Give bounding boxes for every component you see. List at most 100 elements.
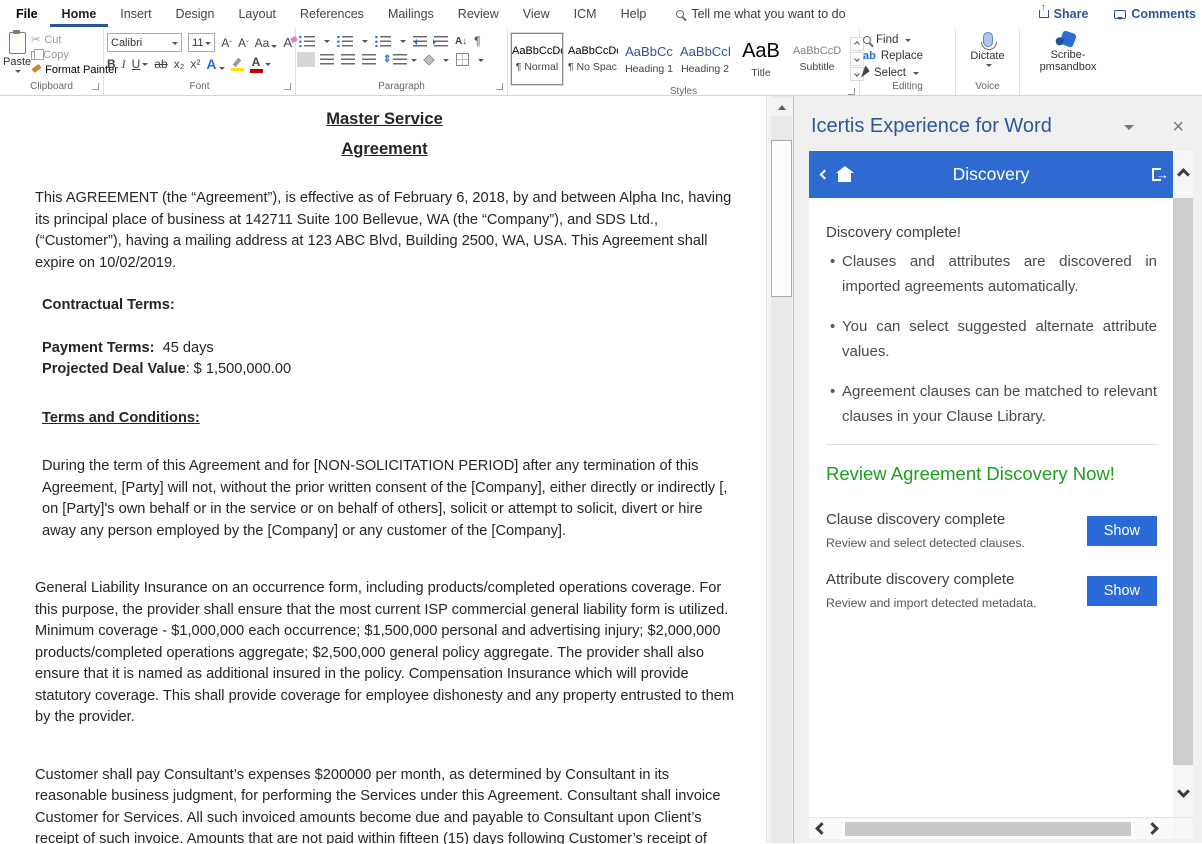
comments-button[interactable]: Comments: [1114, 7, 1196, 21]
sign-out-icon[interactable]: [1152, 168, 1161, 181]
panel-hscrollbar-thumb[interactable]: [845, 822, 1131, 836]
bullet-icon: •: [826, 249, 842, 299]
style-heading-2[interactable]: AaBbCcD Heading 2: [679, 33, 731, 85]
paragraph-dialog-launcher-icon[interactable]: [496, 83, 503, 90]
align-left-icon[interactable]: [299, 54, 313, 65]
tab-icm[interactable]: ICM: [562, 2, 609, 27]
tab-insert[interactable]: Insert: [108, 2, 163, 27]
font-color-button[interactable]: A: [250, 56, 263, 73]
underline-button[interactable]: U: [132, 58, 141, 70]
font-size-combo[interactable]: 11: [188, 33, 215, 52]
style-normal[interactable]: AaBbCcDd ¶ Normal: [511, 33, 563, 85]
numbered-list-icon[interactable]: [337, 36, 353, 47]
find-button[interactable]: Find: [863, 34, 923, 46]
tab-file[interactable]: File: [12, 2, 50, 27]
underline-caret-icon[interactable]: [142, 63, 148, 69]
styles-group: AaBbCcDd ¶ Normal AaBbCcDd ¶ No Spac... …: [508, 28, 860, 95]
document-page[interactable]: Master Service Agreement This AGREEMENT …: [0, 96, 766, 843]
subscript-button[interactable]: x₂: [174, 58, 185, 70]
bold-button[interactable]: B: [107, 58, 116, 70]
font-name-combo[interactable]: Calibri: [107, 33, 182, 52]
line-spacing-icon[interactable]: ⇕: [383, 54, 417, 65]
tell-me-search[interactable]: Tell me what you want to do: [676, 7, 845, 21]
clipboard-dialog-launcher-icon[interactable]: [92, 83, 99, 90]
style-heading-1[interactable]: AaBbCc Heading 1: [623, 33, 675, 85]
text-effects-caret-icon: [219, 67, 225, 73]
grow-font-button[interactable]: Aˆ: [221, 37, 232, 49]
multilevel-list-caret-icon[interactable]: [400, 40, 406, 46]
align-justify-icon[interactable]: [362, 54, 376, 65]
document-scroll-up-button[interactable]: [771, 98, 792, 116]
panel-scroll-left-button[interactable]: [815, 822, 828, 835]
strikethrough-button[interactable]: ab: [154, 58, 167, 70]
tab-mailings[interactable]: Mailings: [376, 2, 446, 27]
tab-help[interactable]: Help: [609, 2, 659, 27]
clear-formatting-button[interactable]: A: [283, 36, 292, 49]
font-name-value: Calibri: [111, 37, 142, 49]
show-attributes-button[interactable]: Show: [1087, 576, 1157, 606]
scribe-addin-icon: [1059, 30, 1077, 48]
show-paragraph-marks-icon[interactable]: ¶: [474, 34, 480, 48]
paste-caret-icon: [15, 70, 21, 76]
styles-dialog-launcher-icon[interactable]: [848, 88, 855, 95]
bullet-list-icon[interactable]: [299, 36, 315, 47]
tab-home[interactable]: Home: [50, 2, 109, 27]
select-cursor-icon: [861, 65, 871, 79]
taskpane-menu-caret-icon[interactable]: [1124, 125, 1134, 135]
down-icon: [854, 56, 860, 62]
highlight-color-button[interactable]: [231, 58, 244, 72]
taskpane-close-button[interactable]: ×: [1172, 117, 1184, 137]
shading-caret-icon[interactable]: [443, 59, 449, 65]
document-scrollbar-thumb[interactable]: [771, 140, 792, 297]
voice-group: Dictate Voice: [956, 28, 1020, 95]
panel-scroll-right-button[interactable]: [1146, 822, 1159, 835]
decrease-indent-icon[interactable]: [413, 36, 427, 47]
font-name-caret-icon: [172, 42, 178, 48]
multilevel-list-icon[interactable]: [375, 36, 391, 47]
italic-button[interactable]: I: [122, 58, 126, 70]
change-case-button[interactable]: Aa: [255, 37, 278, 49]
borders-caret-icon[interactable]: [478, 59, 484, 65]
tab-design[interactable]: Design: [164, 2, 227, 27]
sort-icon[interactable]: A↓: [455, 36, 467, 47]
style-subtitle[interactable]: AaBbCcD Subtitle: [791, 33, 843, 85]
panel-scroll-down-button[interactable]: [1173, 765, 1193, 817]
text-effects-button[interactable]: A: [206, 57, 224, 71]
replace-button[interactable]: ab Replace: [863, 50, 923, 62]
bullet-list-caret-icon[interactable]: [324, 40, 330, 46]
align-center-icon[interactable]: [320, 54, 334, 65]
scrollbar-corner: [1173, 818, 1193, 839]
show-clauses-button[interactable]: Show: [1087, 516, 1157, 546]
select-button[interactable]: Select: [863, 66, 923, 79]
paste-icon: [9, 32, 26, 54]
shrink-font-button[interactable]: Aˇ: [238, 37, 249, 49]
style-no-spacing[interactable]: AaBbCcDd ¶ No Spac...: [567, 33, 619, 85]
tab-view[interactable]: View: [511, 2, 562, 27]
taskpane-card: Discovery Discovery complete! • Clauses …: [809, 151, 1193, 839]
style-title[interactable]: AaB Title: [735, 33, 787, 85]
document-scrollbar[interactable]: [766, 96, 793, 843]
shrink-font-label: A: [238, 37, 246, 49]
tab-review[interactable]: Review: [446, 2, 511, 27]
align-right-icon[interactable]: [341, 54, 355, 65]
paste-button[interactable]: Paste: [3, 30, 31, 74]
line-spacing-lines: [393, 54, 407, 65]
borders-icon[interactable]: [456, 53, 469, 66]
search-label: Tell me what you want to do: [691, 7, 845, 21]
panel-scrollbar-track[interactable]: [1173, 198, 1193, 817]
numbered-list-caret-icon[interactable]: [362, 40, 368, 46]
font-color-caret-icon[interactable]: [265, 63, 271, 69]
text-effects-label: A: [206, 57, 216, 71]
taskpane-titlebar: Icertis Experience for Word ×: [794, 96, 1202, 151]
dictate-button[interactable]: Dictate: [959, 30, 1016, 68]
panel-horizontal-scrollbar[interactable]: [809, 817, 1193, 839]
shading-icon[interactable]: [424, 54, 435, 65]
tab-references[interactable]: References: [288, 2, 376, 27]
panel-scroll-up-button[interactable]: [1173, 151, 1193, 198]
scribe-addin-button[interactable]: Scribe- pmsandbox: [1023, 30, 1113, 73]
superscript-button[interactable]: x²: [190, 58, 200, 70]
tab-layout[interactable]: Layout: [226, 2, 288, 27]
font-dialog-launcher-icon[interactable]: [284, 83, 291, 90]
increase-indent-icon[interactable]: [434, 36, 448, 47]
share-button[interactable]: Share: [1039, 7, 1089, 21]
